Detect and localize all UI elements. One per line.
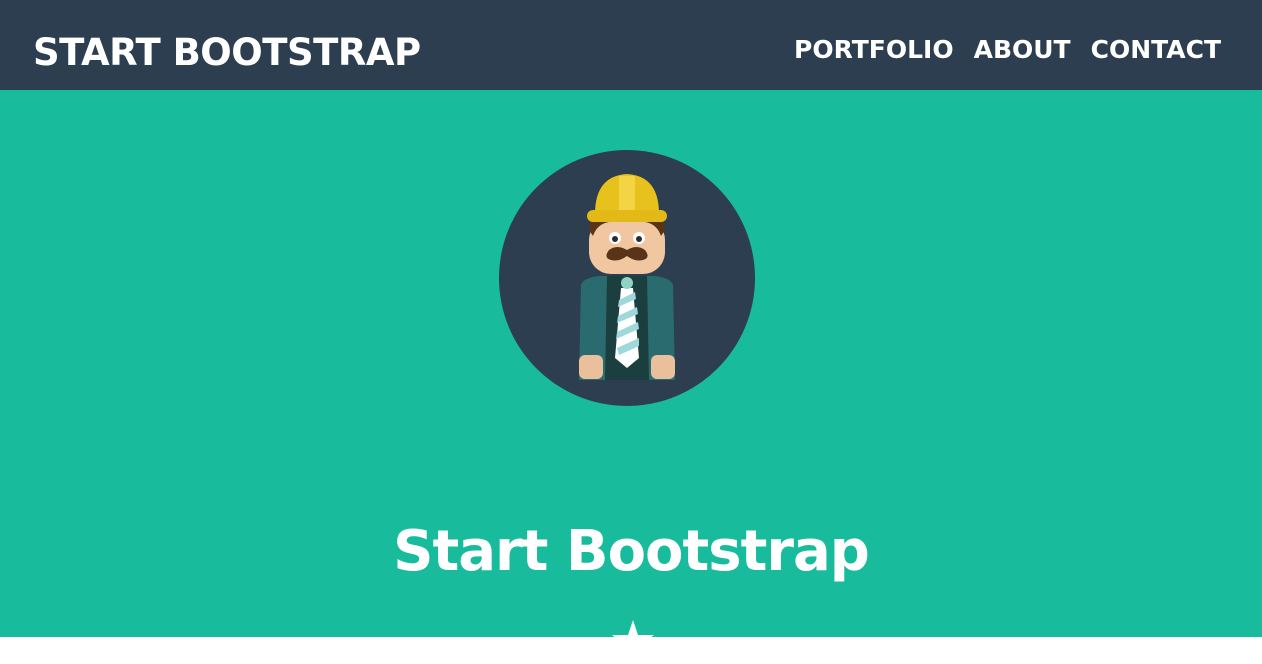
brand-link[interactable]: START BOOTSTRAP <box>33 29 421 77</box>
hero-title: Start Bootstrap <box>393 518 870 584</box>
navbar: START BOOTSTRAP PORTFOLIO ABOUT CONTACT <box>0 0 1262 90</box>
nav-link-contact[interactable]: CONTACT <box>1091 32 1221 68</box>
construction-worker-avatar-icon <box>499 150 755 406</box>
hero-header: Start Bootstrap <box>0 90 1262 661</box>
nav-link-portfolio[interactable]: PORTFOLIO <box>794 32 954 68</box>
star-icon <box>612 620 654 661</box>
nav-links: PORTFOLIO ABOUT CONTACT <box>794 32 1221 68</box>
nav-link-about[interactable]: ABOUT <box>974 32 1071 68</box>
